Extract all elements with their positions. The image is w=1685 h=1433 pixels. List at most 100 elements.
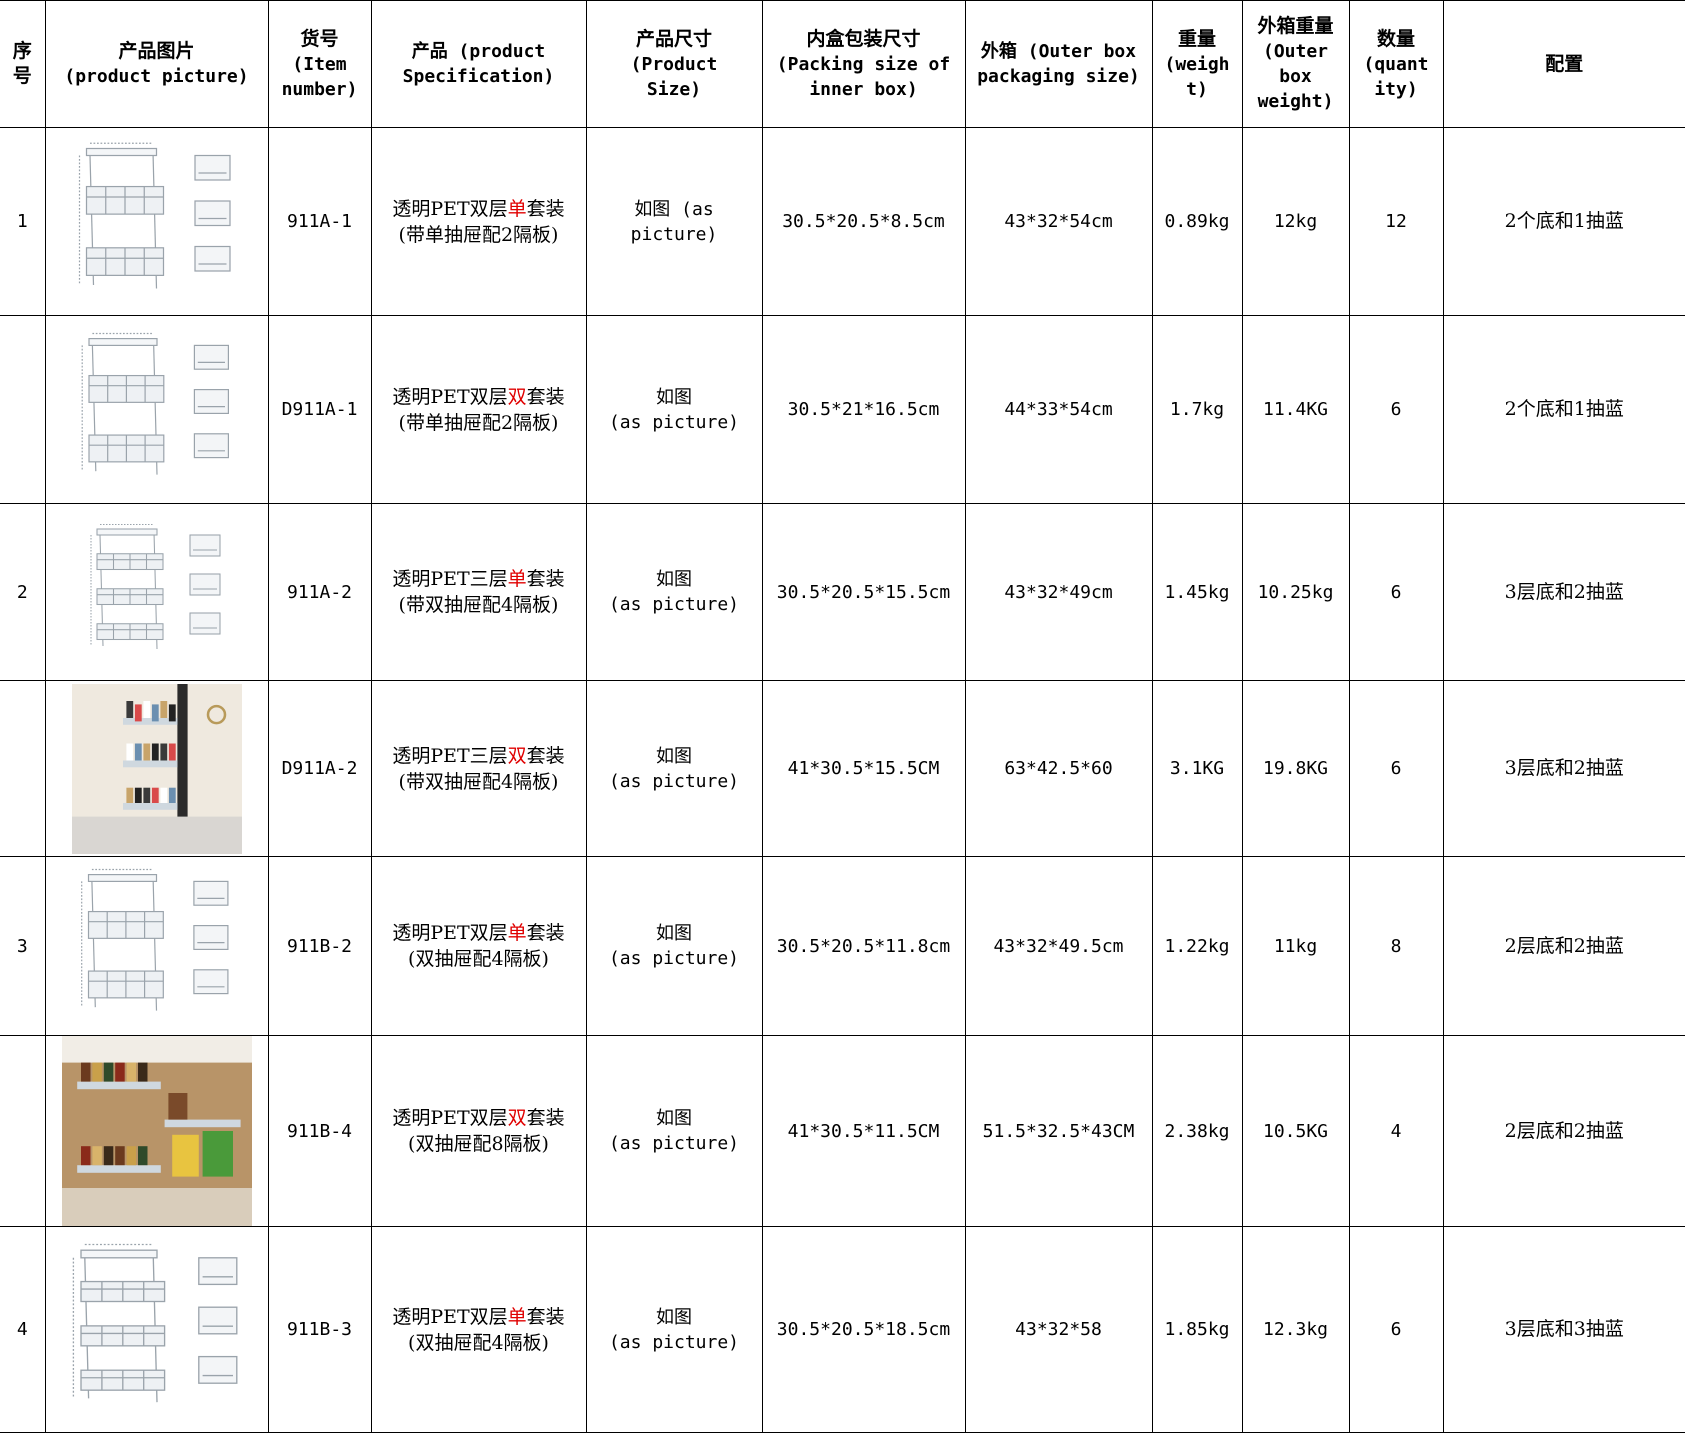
spec-sheet: 序号 产品图片 (product picture) 货号 (Item numbe…: [0, 0, 1685, 1433]
item-number-cell: 911B-4: [267, 1035, 372, 1227]
table-row: 1 911A-1 透明PET双层单套装 (带单抽屉配2隔板) 如图 (as picture…: [0, 127, 1685, 316]
header-outer-weight: 外箱重量 (Outer box weight): [1241, 0, 1350, 128]
product-spec-prefix: 透明PET双层: [392, 385, 508, 408]
item-number-cell: 911B-2: [267, 856, 372, 1036]
product-size-line2: picture): [630, 223, 718, 245]
header-qty-zh: 数量: [1376, 27, 1415, 50]
weight-cell: 1.45kg: [1151, 503, 1243, 681]
product-spec-line1: 透明PET双层单套装: [376, 196, 582, 222]
header-outer-1: 外箱 (Outer box: [980, 41, 1137, 62]
kitchen-cabinet-organizer-photo-icon: [61, 1036, 252, 1226]
product-size-cell: 如图 (as picture): [585, 503, 763, 681]
product-size-line1: 如图: [656, 1108, 692, 1129]
seq-cell: 2: [0, 503, 46, 681]
seq-cell: [0, 315, 46, 504]
header-product-1: 产品 (product: [411, 41, 546, 62]
config-cell: 2个底和1抽蓝: [1442, 127, 1685, 316]
inner-box-size-cell: 30.5*20.5*15.5cm: [761, 503, 966, 681]
product-spec-cell: 透明PET双层双套装 (双抽屉配8隔板): [370, 1035, 587, 1227]
product-spec-line1: 透明PET双层单套装: [376, 1304, 582, 1330]
product-picture-cell: [44, 1035, 269, 1227]
config-cell: 2层底和2抽蓝: [1442, 856, 1685, 1036]
header-qty-en-1: (quant: [1363, 53, 1429, 75]
header-size-en-2: Size): [646, 78, 702, 100]
product-spec-prefix: 透明PET双层: [392, 1107, 508, 1129]
product-spec-line1: 透明PET三层单套装: [376, 566, 582, 592]
outer-box-size-cell: 63*42.5*60: [964, 680, 1153, 857]
header-outer-weight-en-1: (Outer: [1262, 41, 1329, 62]
inner-box-size-cell: 30.5*20.5*18.5cm: [761, 1226, 966, 1433]
seq-cell: [0, 1035, 46, 1227]
table-row: 911B-4 透明PET双层双套装 (双抽屉配8隔板) 如图 (as picture) 4…: [0, 1035, 1685, 1227]
product-spec-line1: 透明PET双层单套装: [376, 920, 582, 946]
three-tier-organizer-diagram-icon: [81, 504, 232, 680]
header-product: 产品 (product Specification): [370, 0, 587, 128]
product-spec-line1: 透明PET双层双套装: [376, 1105, 582, 1131]
three-tier-organizer-diagram-icon: [61, 1234, 252, 1425]
item-number-cell: 911B-3: [267, 1226, 372, 1433]
header-outer-weight-zh: 外箱重量: [1257, 15, 1334, 37]
config-cell: 3层底和2抽蓝: [1442, 680, 1685, 857]
header-quantity: 数量 (quant ity): [1348, 0, 1444, 128]
product-spec-prefix: 透明PET三层: [392, 744, 508, 767]
product-spec-highlight: 单: [507, 1305, 527, 1328]
header-picture: 产品图片 (product picture): [44, 0, 269, 128]
header-weight-zh: 重量: [1177, 27, 1216, 50]
two-tier-organizer-diagram-icon: [71, 324, 242, 495]
product-picture-cell: [44, 856, 269, 1036]
header-size-zh: 产品尺寸: [635, 27, 712, 50]
product-spec-line2: (带双抽屉配4隔板): [398, 594, 559, 616]
header-seq: 序号: [0, 0, 46, 128]
product-size-cell: 如图 (as picture): [585, 127, 763, 316]
header-picture-zh: 产品图片: [118, 40, 195, 62]
outer-box-size-cell: 44*33*54cm: [964, 315, 1153, 504]
quantity-cell: 6: [1348, 315, 1444, 504]
config-cell: 2层底和2抽蓝: [1442, 1035, 1685, 1227]
product-size-cell: 如图 (as picture): [585, 315, 763, 504]
weight-cell: 1.22kg: [1151, 856, 1243, 1036]
product-size-line1: 如图: [656, 1306, 692, 1328]
outer-box-size-cell: 43*32*54cm: [964, 127, 1153, 316]
outer-box-size-cell: 43*32*58: [964, 1226, 1153, 1433]
header-item: 货号 (Item number): [267, 0, 372, 128]
quantity-cell: 6: [1348, 503, 1444, 681]
quantity-cell: 8: [1348, 856, 1444, 1036]
outer-box-size-cell: 51.5*32.5*43CM: [964, 1035, 1153, 1227]
quantity-cell: 6: [1348, 680, 1444, 857]
product-spec-suffix: 套装: [526, 197, 565, 220]
product-spec-table: 序号 产品图片 (product picture) 货号 (Item numbe…: [0, 0, 1685, 1433]
product-spec-suffix: 套装: [526, 385, 565, 408]
product-size-line2: (as picture): [608, 594, 740, 615]
product-spec-cell: 透明PET双层单套装 (带单抽屉配2隔板): [370, 127, 587, 316]
product-spec-prefix: 透明PET三层: [392, 568, 508, 590]
table-row: D911A-1 透明PET双层双套装 (带单抽屉配2隔板) 如图 (as picture…: [0, 315, 1685, 504]
outer-box-weight-cell: 12kg: [1241, 127, 1350, 316]
header-weight-en-2: t): [1186, 78, 1208, 100]
table-row: D911A-2 透明PET三层双套装 (带双抽屉配4隔板) 如图 (as picture…: [0, 680, 1685, 857]
header-inner-en-2: inner box): [809, 78, 918, 100]
seq-cell: 1: [0, 127, 46, 316]
product-spec-highlight: 单: [507, 568, 527, 590]
product-size-line2: (as picture): [608, 1331, 740, 1353]
product-spec-suffix: 套装: [526, 1305, 565, 1328]
product-size-line1: 如图 (as: [634, 198, 714, 220]
weight-cell: 2.38kg: [1151, 1035, 1243, 1227]
header-inner-en-1: (Packing size of: [776, 53, 951, 75]
outer-box-weight-cell: 11kg: [1241, 856, 1350, 1036]
inner-box-size-cell: 41*30.5*15.5CM: [761, 680, 966, 857]
item-number-cell: D911A-2: [267, 680, 372, 857]
product-spec-prefix: 透明PET双层: [392, 197, 508, 220]
header-outer-weight-en-2: box: [1279, 66, 1312, 87]
table-body: 1 911A-1 透明PET双层单套装 (带单抽屉配2隔板) 如图 (as picture…: [0, 127, 1685, 1433]
inner-box-size-cell: 30.5*20.5*11.8cm: [761, 856, 966, 1036]
item-number-cell: 911A-2: [267, 503, 372, 681]
product-spec-cell: 透明PET三层双套装 (带双抽屉配4隔板): [370, 680, 587, 857]
product-spec-cell: 透明PET双层单套装 (双抽屉配4隔板): [370, 1226, 587, 1433]
product-size-cell: 如图 (as picture): [585, 680, 763, 857]
product-size-line1: 如图: [656, 386, 692, 408]
product-spec-prefix: 透明PET双层: [392, 1305, 508, 1328]
product-spec-highlight: 单: [507, 197, 527, 220]
header-inner-box: 内盒包装尺寸 (Packing size of inner box): [761, 0, 966, 128]
product-size-line2: (as picture): [608, 948, 740, 969]
product-size-cell: 如图 (as picture): [585, 1226, 763, 1433]
